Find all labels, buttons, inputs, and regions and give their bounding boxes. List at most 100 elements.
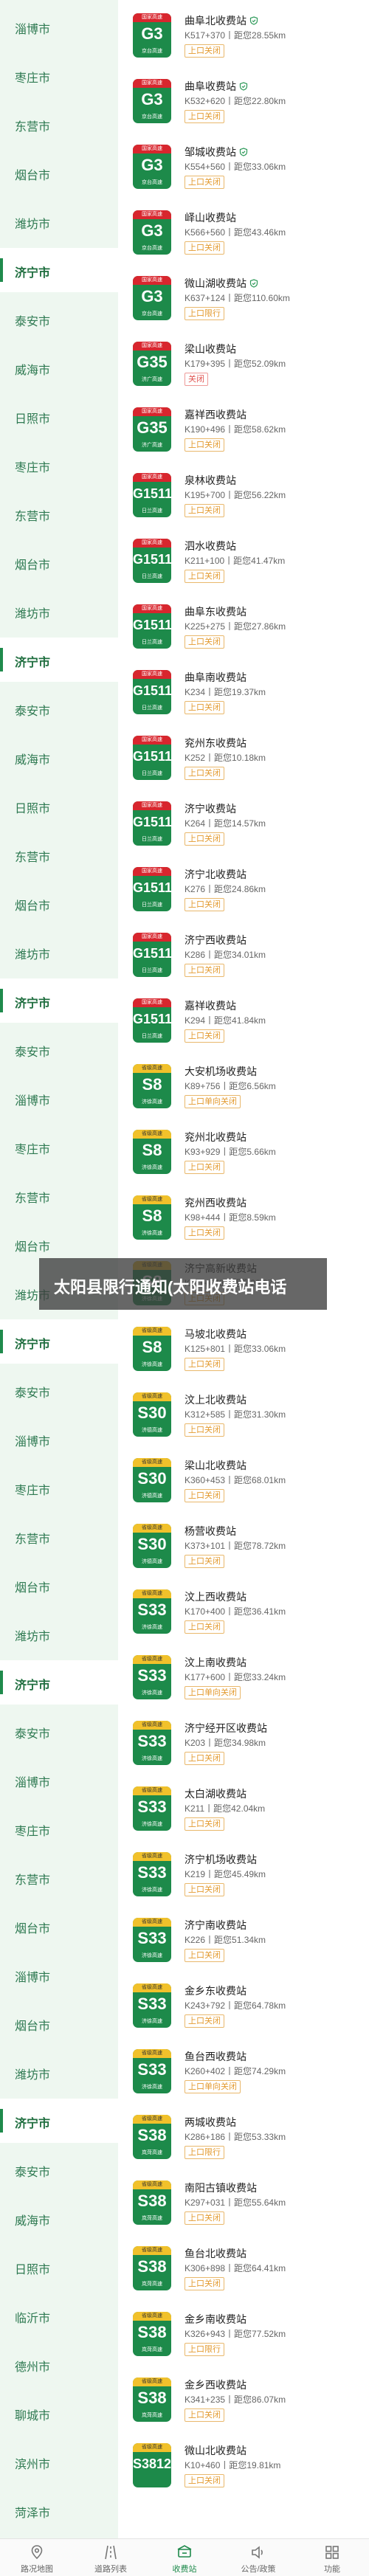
city-item[interactable]: 济宁市 xyxy=(0,638,118,682)
toll-station-row[interactable]: 省级高速 S33 济徐高速 济宁机场收费站 K219丨距您45.49km 上口关闭 xyxy=(118,1843,369,1908)
station-name: 济宁机场收费站 xyxy=(184,1852,257,1867)
toll-station-row[interactable]: 省级高速 S33 济徐高速 汶上西收费站 K170+400丨距您36.41km 上口关闭 xyxy=(118,1581,369,1646)
toll-station-row[interactable]: 国家高速 G1511 日兰高速 兖州东收费站 K252丨距您10.18km 上口关闭 xyxy=(118,727,369,792)
toll-station-row[interactable]: 省级高速 S38 岚菏高速 鱼台北收费站 K306+898丨距您64.41km 上口关闭 xyxy=(118,2237,369,2302)
toll-station-row[interactable]: 国家高速 G35 济广高速 梁山收费站 K179+395丨距您52.09km 关闭 xyxy=(118,333,369,398)
city-item[interactable]: 威海市 xyxy=(0,735,118,779)
city-item[interactable]: 潍坊市 xyxy=(0,2050,118,2094)
city-item[interactable]: 济宁市 xyxy=(0,1660,118,1705)
city-item[interactable]: 威海市 xyxy=(0,345,118,390)
city-item[interactable]: 泰安市 xyxy=(0,2147,118,2192)
city-label: 枣庄市 xyxy=(15,1144,51,1156)
city-item[interactable]: 枣庄市 xyxy=(0,53,118,97)
toll-station-row[interactable]: 省级高速 S30 济德高速 杨营收费站 K373+101丨距您78.72km 上口关闭 xyxy=(118,1515,369,1580)
toll-station-row[interactable]: 国家高速 G3 京台高速 峄山收费站 K566+560丨距您43.46km 上口关闭 xyxy=(118,201,369,266)
toll-station-row[interactable]: 省级高速 S33 济徐高速 鱼台西收费站 K260+402丨距您74.29km 上口单向关… xyxy=(118,2040,369,2105)
toll-station-row[interactable]: 省级高速 S38 岚菏高速 南阳古镇收费站 K297+031丨距您55.64km 上口关闭 xyxy=(118,2172,369,2237)
city-item[interactable]: 东营市 xyxy=(0,1855,118,1899)
city-item[interactable]: 滨州市 xyxy=(0,2439,118,2484)
city-item[interactable]: 日照市 xyxy=(0,394,118,438)
toll-station-row[interactable]: 国家高速 G3 京台高速 曲阜北收费站 K517+370丨距您28.55km 上口关闭 xyxy=(118,4,369,69)
city-item[interactable]: 济宁市 xyxy=(0,978,118,1023)
toll-station-row[interactable]: 国家高速 G35 济广高速 嘉祥西收费站 K190+496丨距您58.62km 上口关闭 xyxy=(118,398,369,463)
city-item[interactable]: 威海市 xyxy=(0,2196,118,2240)
toll-station-row[interactable]: 国家高速 G1511 日兰高速 嘉祥收费站 K294丨距您41.84km 上口关闭 xyxy=(118,990,369,1054)
city-label: 泰安市 xyxy=(15,2166,51,2179)
city-item[interactable]: 济宁市 xyxy=(0,1319,118,1364)
city-item[interactable]: 淄博市 xyxy=(0,1952,118,1997)
city-item[interactable]: 枣庄市 xyxy=(0,443,118,487)
toll-station-row[interactable]: 国家高速 G1511 日兰高速 济宁西收费站 K286丨距您34.01km 上口关闭 xyxy=(118,924,369,989)
city-item[interactable]: 聊城市 xyxy=(0,2391,118,2435)
notice-banner[interactable]: 太阳县限行通知(太阳收费站电话 xyxy=(39,1258,327,1310)
toll-station-row[interactable]: 国家高速 G1511 日兰高速 泗水收费站 K211+100丨距您41.47km 上口关闭 xyxy=(118,530,369,595)
city-item[interactable]: 枣庄市 xyxy=(0,1465,118,1510)
toll-station-row[interactable]: 国家高速 G3 京台高速 邹城收费站 K554+560丨距您33.06km 上口关闭 xyxy=(118,136,369,201)
city-item[interactable]: 潍坊市 xyxy=(0,1612,118,1656)
highway-shield-icon: 国家高速 G35 济广高速 xyxy=(133,407,171,452)
city-item[interactable]: 淄博市 xyxy=(0,1417,118,1461)
city-item[interactable]: 泰安市 xyxy=(0,1709,118,1753)
city-item[interactable]: 东营市 xyxy=(0,832,118,877)
toll-station-row[interactable]: 国家高速 G3 京台高速 曲阜收费站 K532+620丨距您22.80km 上口关闭 xyxy=(118,70,369,135)
toll-station-row[interactable]: 国家高速 G1511 日兰高速 曲阜南收费站 K234丨距您19.37km 上口关闭 xyxy=(118,661,369,726)
tab-road[interactable]: 道路列表 xyxy=(74,2539,148,2576)
city-item[interactable]: 潍坊市 xyxy=(0,589,118,633)
toll-station-row[interactable]: 省级高速 S8 济徐高速 大安机场收费站 K89+756丨距您6.56km 上口单向关闭 xyxy=(118,1055,369,1120)
city-item[interactable]: 潍坊市 xyxy=(0,199,118,244)
toll-station-row[interactable]: 省级高速 S30 济德高速 梁山北收费站 K360+453丨距您68.01km 上口关闭 xyxy=(118,1449,369,1514)
toll-station-row[interactable]: 省级高速 S33 济徐高速 金乡东收费站 K243+792丨距您64.78km 上口关闭 xyxy=(118,1975,369,2040)
toll-station-row[interactable]: 省级高速 S30 济德高速 汶上北收费站 K312+585丨距您31.30km 上口关闭 xyxy=(118,1384,369,1448)
city-item[interactable]: 烟台市 xyxy=(0,2001,118,2045)
toll-station-row[interactable]: 省级高速 S38 岚菏高速 两城收费站 K286+186丨距您53.33km 上口限行 xyxy=(118,2106,369,2171)
city-item[interactable]: 德州市 xyxy=(0,2342,118,2386)
toll-station-row[interactable]: 省级高速 S8 济徐高速 兖州西收费站 K98+444丨距您8.59km 上口关闭 xyxy=(118,1187,369,1251)
city-item[interactable]: 枣庄市 xyxy=(0,1806,118,1851)
city-item[interactable]: 淄博市 xyxy=(0,1076,118,1120)
highway-name: 岚菏高速 xyxy=(142,2150,162,2155)
city-item[interactable]: 烟台市 xyxy=(0,1904,118,1948)
city-item[interactable]: 菏泽市 xyxy=(0,2488,118,2532)
toll-station-row[interactable]: 省级高速 S33 济徐高速 济宁南收费站 K226丨距您51.34km 上口关闭 xyxy=(118,1909,369,1974)
station-name-text: 济宁南收费站 xyxy=(184,1919,246,1931)
toll-station-row[interactable]: 国家高速 G3 京台高速 微山湖收费站 K637+124丨距您110.60km 上口限行 xyxy=(118,267,369,332)
tab-speaker[interactable]: 公告/政策 xyxy=(221,2539,295,2576)
city-item[interactable]: 烟台市 xyxy=(0,881,118,925)
city-item[interactable]: 潍坊市 xyxy=(0,930,118,974)
city-item[interactable]: 泰安市 xyxy=(0,297,118,341)
tab-toll[interactable]: 收费站 xyxy=(148,2539,221,2576)
city-item[interactable]: 泰安市 xyxy=(0,686,118,731)
toll-station-row[interactable]: 省级高速 S33 济徐高速 太白湖收费站 K211丨距您42.04km 上口关闭 xyxy=(118,1778,369,1843)
city-item[interactable]: 东营市 xyxy=(0,102,118,146)
toll-station-row[interactable]: 国家高速 G1511 日兰高速 济宁收费站 K264丨距您14.57km 上口关闭 xyxy=(118,793,369,857)
city-item[interactable]: 东营市 xyxy=(0,491,118,536)
toll-station-row[interactable]: 省级高速 S8 济徐高速 兖州北收费站 K93+929丨距您5.66km 上口关闭 xyxy=(118,1121,369,1186)
toll-station-row[interactable]: 省级高速 S3812 微山北收费站 K10+460丨距您19.81km 上口关闭 xyxy=(118,2434,369,2499)
toll-station-row[interactable]: 省级高速 S38 岚菏高速 金乡西收费站 K341+235丨距您86.07km 上口关闭 xyxy=(118,2369,369,2434)
city-item[interactable]: 泰安市 xyxy=(0,1027,118,1071)
city-item[interactable]: 烟台市 xyxy=(0,540,118,584)
city-item[interactable]: 济宁市 xyxy=(0,2099,118,2143)
toll-station-row[interactable]: 省级高速 S8 济徐高速 马坡北收费站 K125+801丨距您33.06km 上口关闭 xyxy=(118,1318,369,1383)
city-item[interactable]: 淄博市 xyxy=(0,4,118,49)
city-item[interactable]: 日照市 xyxy=(0,784,118,828)
city-item[interactable]: 泰安市 xyxy=(0,1368,118,1412)
city-item[interactable]: 枣庄市 xyxy=(0,1125,118,1169)
tab-map-pin[interactable]: 路况地图 xyxy=(0,2539,74,2576)
toll-station-row[interactable]: 国家高速 G1511 日兰高速 济宁北收费站 K276丨距您24.86km 上口关闭 xyxy=(118,858,369,923)
station-name-text: 大安机场收费站 xyxy=(184,1066,257,1077)
city-item[interactable]: 烟台市 xyxy=(0,151,118,195)
toll-station-row[interactable]: 国家高速 G1511 日兰高速 曲阜东收费站 K225+275丨距您27.86km 上口关… xyxy=(118,595,369,660)
tab-grid[interactable]: 功能 xyxy=(295,2539,369,2576)
city-item[interactable]: 东营市 xyxy=(0,1173,118,1218)
city-item[interactable]: 淄博市 xyxy=(0,1758,118,1802)
city-item[interactable]: 济宁市 xyxy=(0,248,118,292)
toll-station-row[interactable]: 省级高速 S38 岚菏高速 金乡南收费站 K326+943丨距您77.52km 上口限行 xyxy=(118,2303,369,2368)
toll-station-row[interactable]: 国家高速 G1511 日兰高速 泉林收费站 K195+700丨距您56.22km 上口关闭 xyxy=(118,464,369,529)
toll-station-row[interactable]: 省级高速 S33 济徐高速 汶上南收费站 K177+600丨距您33.24km 上口单向关… xyxy=(118,1646,369,1711)
city-item[interactable]: 日照市 xyxy=(0,2245,118,2289)
city-item[interactable]: 东营市 xyxy=(0,1514,118,1558)
toll-station-row[interactable]: 省级高速 S33 济徐高速 济宁经开区收费站 K203丨距您34.98km 上口关闭 xyxy=(118,1712,369,1777)
city-item[interactable]: 临沂市 xyxy=(0,2293,118,2338)
city-item[interactable]: 烟台市 xyxy=(0,1563,118,1607)
